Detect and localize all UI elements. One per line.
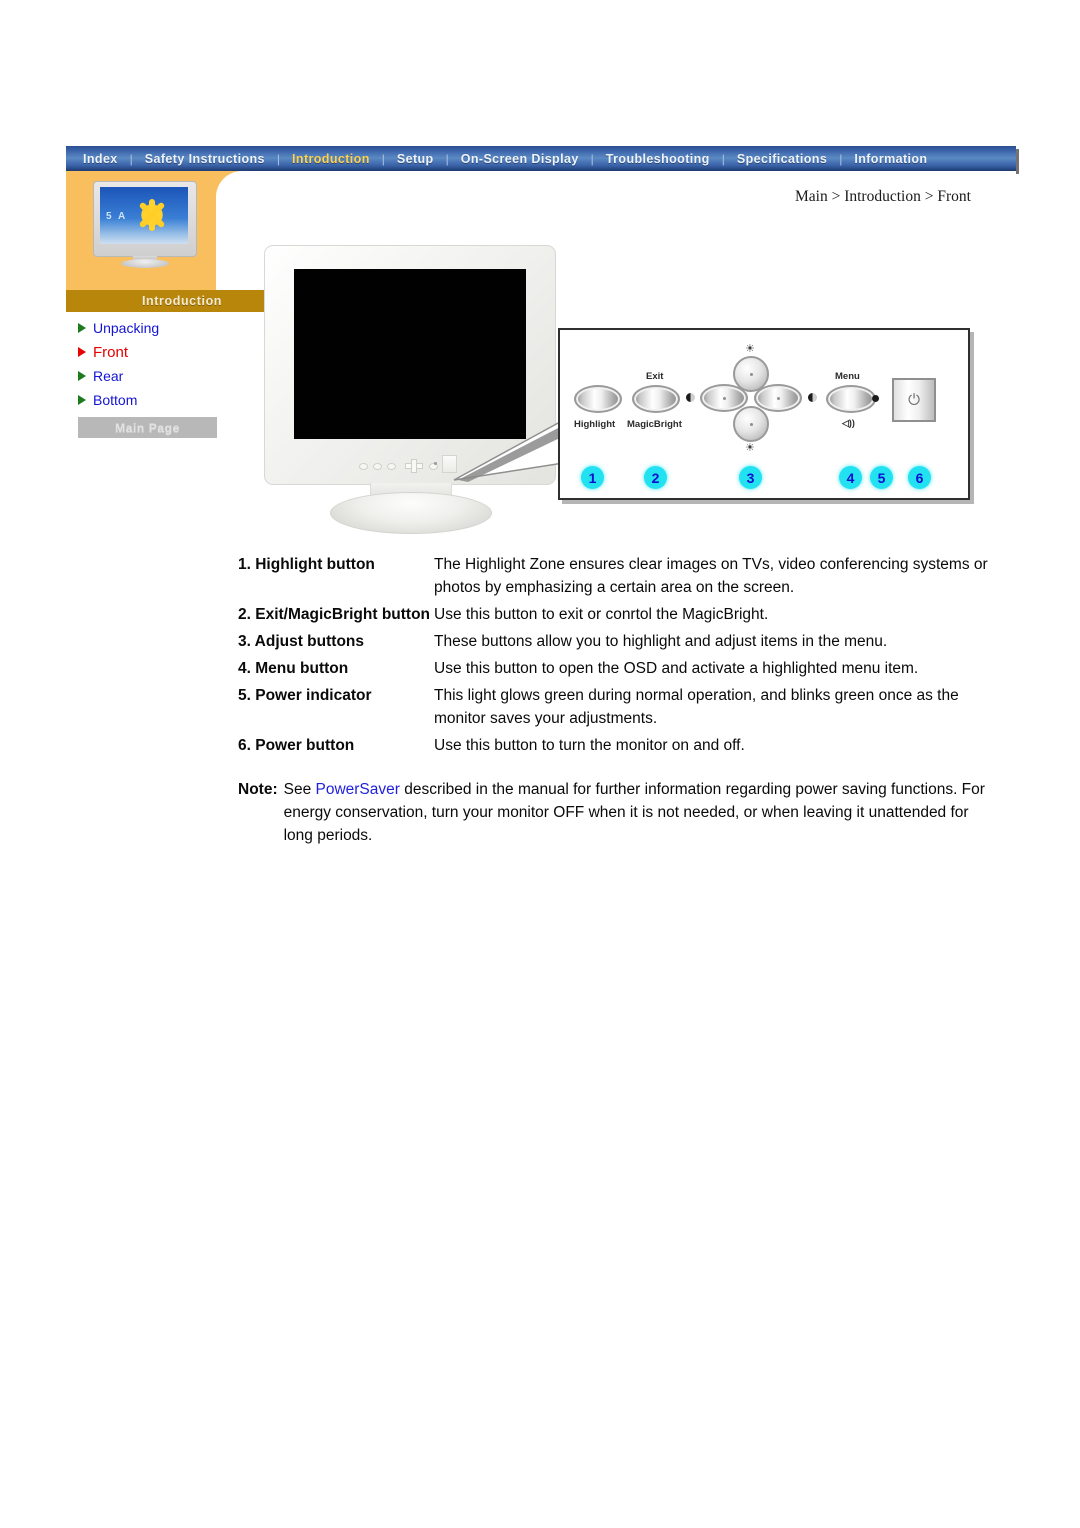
sidebar-item-label: Bottom — [93, 392, 138, 408]
description-text: Use this button to exit or conrtol the M… — [434, 606, 769, 623]
magicbright-button-label: MagicBright — [627, 419, 682, 430]
nav-item-information[interactable]: Information — [843, 152, 938, 166]
monitor-illustration — [264, 245, 556, 535]
power-icon: ⏻ — [908, 391, 920, 409]
callout-badge-5: 5 — [870, 466, 893, 489]
description-row: 6. Power button Use this button to turn … — [238, 734, 988, 757]
button-pip-icon — [722, 396, 726, 400]
flower-icon — [134, 197, 170, 233]
description-term: 1. Highlight button — [238, 556, 375, 573]
control-dot-icon — [387, 463, 396, 470]
description-text: This light glows green during normal ope… — [434, 687, 959, 727]
powersaver-link[interactable]: PowerSaver — [316, 781, 400, 798]
flower-petal-icon — [149, 199, 155, 231]
sidebar-monitor-thumbnail: 5 A — [93, 181, 197, 268]
control-dot-icon — [359, 463, 368, 470]
description-row: 2. Exit/MagicBright button Use this butt… — [238, 603, 988, 626]
description-row: 5. Power indicator This light glows gree… — [238, 684, 988, 730]
button-pip-icon — [776, 396, 780, 400]
sidebar-item-label: Front — [93, 343, 129, 361]
nav-item-specifications[interactable]: Specifications — [726, 152, 838, 166]
nav-item-introduction[interactable]: Introduction — [281, 152, 381, 166]
nav-item-troubleshooting[interactable]: Troubleshooting — [595, 152, 721, 166]
monitor-stand-base — [330, 492, 492, 534]
monitor-power-led — [434, 462, 437, 465]
thumbnail-screen: 5 A — [100, 187, 188, 244]
callout-badge-3: 3 — [739, 466, 762, 489]
right-indicator-dot-icon — [808, 393, 817, 402]
button-pip-icon — [749, 372, 753, 376]
arrow-right-icon — [78, 347, 86, 357]
control-panel-detail: Highlight Exit MagicBright ☀ ☀ Menu ◁)) … — [558, 328, 970, 500]
description-row: 4. Menu button Use this button to open t… — [238, 657, 988, 680]
main-page-button[interactable]: Main Page — [78, 417, 217, 438]
manual-page: Index | Safety Instructions | Introducti… — [0, 0, 1080, 1528]
description-text: These buttons allow you to highlight and… — [434, 633, 888, 650]
callout-badge-1: 1 — [581, 466, 604, 489]
description-term: 3. Adjust buttons — [238, 633, 364, 650]
brightness-down-icon: ☀ — [745, 442, 755, 454]
note-body: See PowerSaver described in the manual f… — [284, 778, 988, 847]
breadcrumb: Main > Introduction > Front — [795, 188, 971, 205]
description-row: 3. Adjust buttons These buttons allow yo… — [238, 630, 988, 653]
nav-item-on-screen-display[interactable]: On-Screen Display — [450, 152, 590, 166]
thumbnail-screen-text: 5 A — [106, 211, 128, 222]
sidebar-item-label: Rear — [93, 368, 124, 384]
arrow-right-icon — [78, 371, 86, 381]
exit-label: Exit — [646, 371, 664, 382]
top-navigation-bar: Index | Safety Instructions | Introducti… — [66, 146, 1016, 171]
button-pip-icon — [749, 422, 753, 426]
brightness-up-icon: ☀ — [745, 343, 755, 355]
exit-magicbright-button[interactable] — [632, 385, 680, 413]
power-indicator-led — [872, 395, 879, 402]
highlight-button[interactable] — [574, 385, 622, 413]
volume-icon: ◁)) — [842, 418, 855, 428]
callout-badge-4: 4 — [839, 466, 862, 489]
control-dot-icon — [373, 463, 382, 470]
menu-label: Menu — [835, 371, 860, 382]
power-button[interactable]: ⏻ — [892, 378, 936, 422]
adjust-right-button[interactable] — [754, 384, 802, 412]
sidebar-item-label: Unpacking — [93, 320, 160, 336]
nav-item-safety-instructions[interactable]: Safety Instructions — [134, 152, 276, 166]
nav-item-index[interactable]: Index — [72, 152, 129, 166]
arrow-right-icon — [78, 395, 86, 405]
callout-badge-2: 2 — [644, 466, 667, 489]
description-row: 1. Highlight button The Highlight Zone e… — [238, 553, 988, 599]
monitor-front-controls — [359, 459, 489, 473]
description-text: Use this button to open the OSD and acti… — [434, 660, 919, 677]
button-description-list: 1. Highlight button The Highlight Zone e… — [238, 553, 988, 761]
description-term: 6. Power button — [238, 737, 355, 754]
description-term: 5. Power indicator — [238, 687, 372, 704]
adjust-cross-icon — [405, 459, 423, 473]
note-text-before: See — [283, 781, 316, 798]
monitor-screen — [294, 269, 526, 439]
arrow-right-icon — [78, 323, 86, 333]
left-indicator-dot-icon — [686, 393, 695, 402]
description-text: Use this button to turn the monitor on a… — [434, 737, 745, 754]
menu-button[interactable] — [826, 385, 876, 413]
highlight-button-label: Highlight — [574, 419, 616, 430]
description-term: 2. Exit/MagicBright button — [238, 606, 431, 623]
monitor-power-button[interactable] — [442, 455, 457, 473]
callout-badge-6: 6 — [908, 466, 931, 489]
note-block: Note: See PowerSaver described in the ma… — [238, 778, 988, 847]
thumbnail-stand-base — [121, 259, 169, 268]
description-term: 4. Menu button — [238, 660, 349, 677]
description-text: The Highlight Zone ensures clear images … — [434, 556, 988, 596]
nav-item-setup[interactable]: Setup — [386, 152, 445, 166]
note-label: Note: — [238, 781, 278, 798]
adjust-down-button[interactable] — [733, 406, 769, 442]
